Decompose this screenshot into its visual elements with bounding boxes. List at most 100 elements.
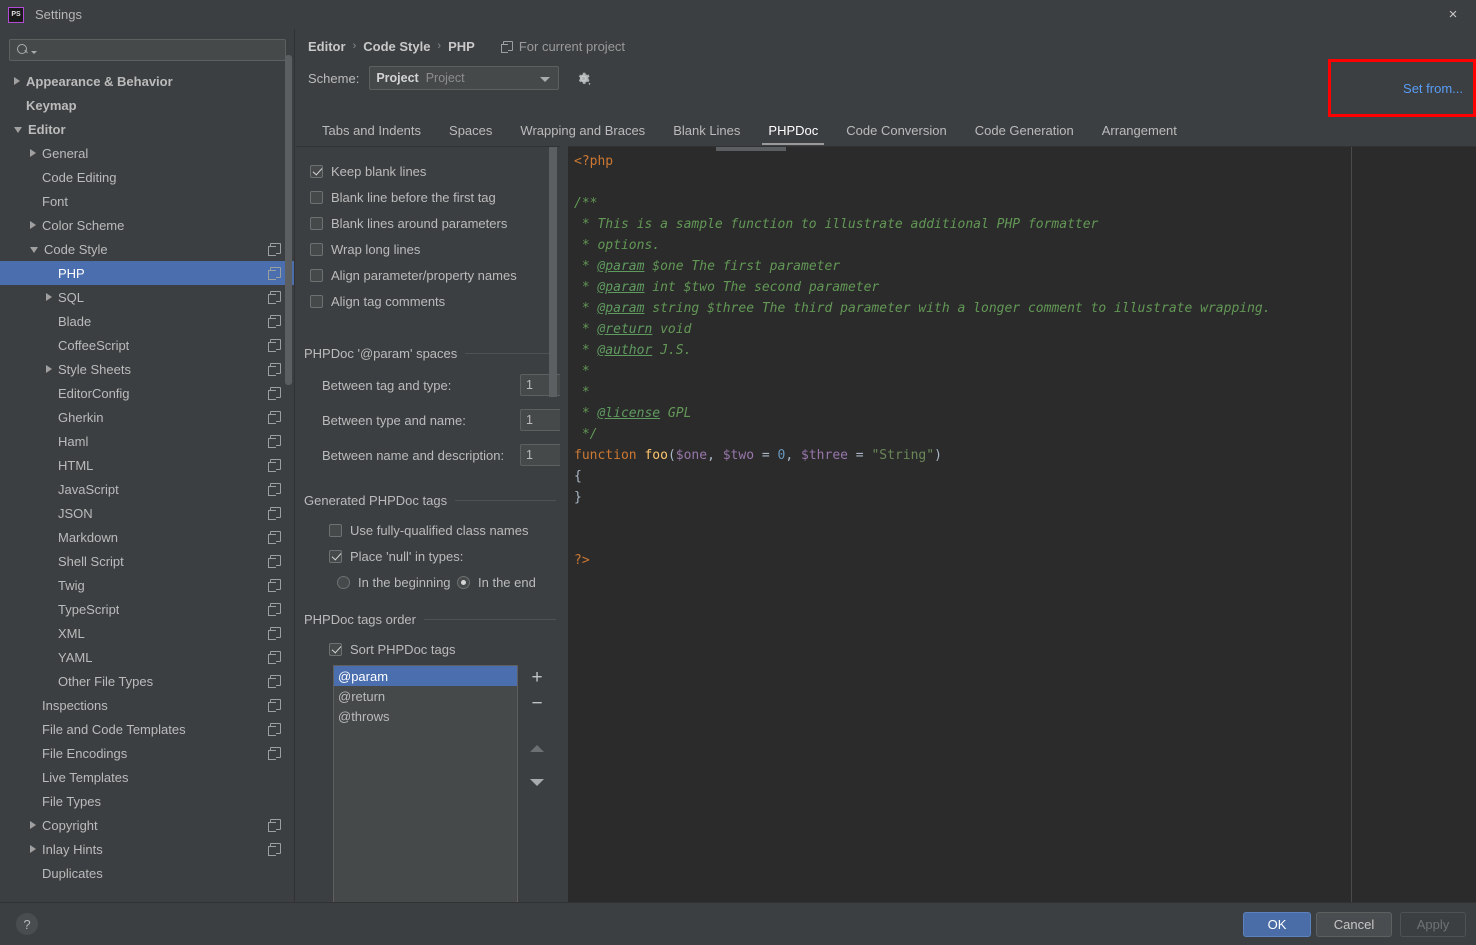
chevron-down-icon[interactable] [30,247,38,253]
sidebar-item-file-and-code-templates[interactable]: File and Code Templates [0,717,294,741]
chevron-right-icon[interactable] [46,293,52,301]
copy-icon[interactable] [268,459,281,472]
tab-phpdoc[interactable]: PHPDoc [754,115,832,145]
sidebar-item-duplicates[interactable]: Duplicates [0,861,294,885]
sidebar-item-file-types[interactable]: File Types [0,789,294,813]
tab-spaces[interactable]: Spaces [435,115,506,145]
settings-tree[interactable]: Appearance & Behavior Keymap Editor General… [0,69,294,902]
chevron-right-icon[interactable] [30,845,36,853]
copy-icon[interactable] [268,315,281,328]
chevron-down-icon[interactable] [14,127,22,133]
option-keep-blank-lines[interactable]: Keep blank lines [310,162,426,180]
radio-in-the-end[interactable]: In the end [457,573,536,591]
tab-tabs-and-indents[interactable]: Tabs and Indents [308,115,435,145]
copy-icon[interactable] [268,627,281,640]
sidebar-item-twig[interactable]: Twig [0,573,294,597]
copy-icon[interactable] [268,819,281,832]
copy-icon[interactable] [268,843,281,856]
tab-wrapping-and-braces[interactable]: Wrapping and Braces [506,115,659,145]
sidebar-scrollbar[interactable] [285,55,292,385]
sidebar-item-coffeescript[interactable]: CoffeeScript [0,333,294,357]
tag-list-item[interactable]: @return [334,686,517,706]
copy-icon[interactable] [268,291,281,304]
options-scrollbar[interactable] [549,147,557,397]
option-place-null-in-types[interactable]: Place 'null' in types: [329,547,463,565]
copy-icon[interactable] [268,363,281,376]
option-wrap-long-lines[interactable]: Wrap long lines [310,240,420,258]
code-preview[interactable]: <?php /** * This is a sample function to… [568,146,1476,926]
copy-icon[interactable] [268,339,281,352]
copy-icon[interactable] [268,243,281,256]
sidebar-item-blade[interactable]: Blade [0,309,294,333]
chevron-right-icon[interactable] [30,821,36,829]
sidebar-item-html[interactable]: HTML [0,453,294,477]
sidebar-item-json[interactable]: JSON [0,501,294,525]
code-style-tabs[interactable]: Tabs and Indents Spaces Wrapping and Brace… [296,115,1476,145]
between-name-and-description-input[interactable] [520,444,560,466]
tag-list-item[interactable]: @throws [334,706,517,726]
move-tag-down-button[interactable] [524,769,550,795]
sidebar-item-inlay-hints[interactable]: Inlay Hints [0,837,294,861]
copy-icon[interactable] [268,555,281,568]
tab-code-conversion[interactable]: Code Conversion [832,115,960,145]
option-sort-phpdoc-tags[interactable]: Sort PHPDoc tags [329,640,456,658]
close-icon[interactable]: × [1430,0,1476,29]
search-box[interactable] [9,39,286,61]
sidebar-item-shell-script[interactable]: Shell Script [0,549,294,573]
remove-tag-button[interactable]: − [524,691,550,717]
option-blank-line-before-first-tag[interactable]: Blank line before the first tag [310,188,496,206]
sidebar-item-copyright[interactable]: Copyright [0,813,294,837]
sidebar-item-font[interactable]: Font [0,189,294,213]
breadcrumb-item-code-style[interactable]: Code Style [363,39,430,54]
sidebar-item-code-style[interactable]: Code Style [0,237,294,261]
option-align-tag-comments[interactable]: Align tag comments [310,292,445,310]
apply-button[interactable]: Apply [1400,912,1466,937]
copy-icon[interactable] [268,267,281,280]
sidebar-item-haml[interactable]: Haml [0,429,294,453]
sidebar-item-editor[interactable]: Editor [0,117,294,141]
sidebar-item-typescript[interactable]: TypeScript [0,597,294,621]
sidebar-item-editorconfig[interactable]: EditorConfig [0,381,294,405]
move-tag-up-button[interactable] [524,735,550,761]
sidebar-item-live-templates[interactable]: Live Templates [0,765,294,789]
sidebar-item-keymap[interactable]: Keymap [0,93,294,117]
chevron-right-icon[interactable] [30,149,36,157]
copy-icon[interactable] [268,435,281,448]
copy-icon[interactable] [268,507,281,520]
sidebar-item-general[interactable]: General [0,141,294,165]
sidebar-item-sql[interactable]: SQL [0,285,294,309]
gear-icon[interactable] [575,70,592,87]
sidebar-item-xml[interactable]: XML [0,621,294,645]
copy-icon[interactable] [268,483,281,496]
option-blank-lines-around-parameters[interactable]: Blank lines around parameters [310,214,507,232]
sidebar-item-markdown[interactable]: Markdown [0,525,294,549]
copy-icon[interactable] [268,531,281,544]
option-align-parameter-names[interactable]: Align parameter/property names [310,266,517,284]
sidebar-item-javascript[interactable]: JavaScript [0,477,294,501]
option-use-fully-qualified-class-names[interactable]: Use fully-qualified class names [329,521,528,539]
tab-arrangement[interactable]: Arrangement [1088,115,1191,145]
copy-icon[interactable] [268,651,281,664]
set-from-link[interactable]: Set from... [1403,81,1463,96]
scheme-select[interactable]: Project Project [369,66,560,90]
ok-button[interactable]: OK [1243,912,1311,937]
chevron-right-icon[interactable] [30,221,36,229]
sidebar-item-color-scheme[interactable]: Color Scheme [0,213,294,237]
tab-blank-lines[interactable]: Blank Lines [659,115,754,145]
breadcrumb-item-php[interactable]: PHP [448,39,475,54]
sidebar-item-file-encodings[interactable]: File Encodings [0,741,294,765]
copy-icon[interactable] [268,387,281,400]
copy-icon[interactable] [268,675,281,688]
copy-icon[interactable] [268,411,281,424]
search-input[interactable] [37,42,285,58]
sidebar-item-gherkin[interactable]: Gherkin [0,405,294,429]
radio-in-the-beginning[interactable]: In the beginning [337,573,451,591]
add-tag-button[interactable]: + [524,665,550,691]
phpdoc-tags-list[interactable]: @param @return @throws [333,665,518,925]
sidebar-item-yaml[interactable]: YAML [0,645,294,669]
help-button[interactable]: ? [16,913,38,935]
copy-icon[interactable] [268,747,281,760]
sidebar-item-php[interactable]: PHP [0,261,294,285]
chevron-right-icon[interactable] [14,77,20,85]
sidebar-item-inspections[interactable]: Inspections [0,693,294,717]
